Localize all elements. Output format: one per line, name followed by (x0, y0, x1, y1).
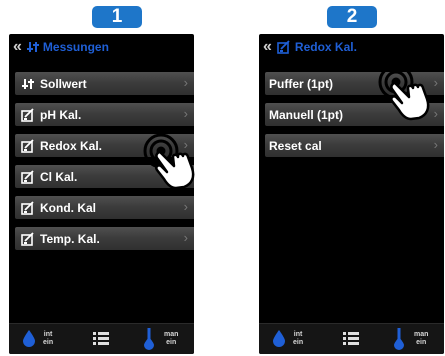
page-title: Redox Kal. (294, 40, 357, 54)
page-title: Messungen (42, 40, 109, 54)
menu-item-label: pH Kal. (40, 107, 82, 122)
screen-header: « Messungen (9, 34, 194, 60)
tap-gesture-icon (378, 64, 430, 121)
calibration-icon (20, 107, 36, 123)
step-number-badge: 2 (327, 6, 377, 28)
sliders-icon (20, 76, 36, 92)
man-ein-label: man ein (414, 331, 429, 346)
chevron-right-icon: › (183, 230, 188, 245)
man-ein-label: man ein (164, 331, 179, 346)
menu-item-label: Cl Kal. (40, 169, 78, 184)
menu-item-ph-kal[interactable]: pH Kal. › (15, 103, 194, 126)
calibration-icon (20, 169, 36, 185)
menu-item-label: Reset cal (269, 138, 322, 153)
menu-item-temp-kal[interactable]: Temp. Kal. › (15, 227, 194, 250)
menu-item-label: Redox Kal. (40, 138, 103, 153)
menu-item-reset-cal[interactable]: Reset cal › (265, 134, 444, 157)
menu-item-sollwert[interactable]: Sollwert › (15, 72, 194, 95)
list-icon[interactable] (343, 332, 359, 345)
list-icon[interactable] (93, 332, 109, 345)
back-button[interactable]: « (263, 38, 272, 56)
menu-item-label: Puffer (1pt) (269, 76, 333, 91)
menu-item-label: Kond. Kal (40, 200, 96, 215)
calibration-icon (277, 40, 291, 54)
int-ein-label: int ein (43, 331, 54, 346)
menu-item-label: Temp. Kal. (40, 231, 100, 246)
manual-dosing-icon[interactable] (392, 328, 406, 350)
chevron-right-icon: › (183, 106, 188, 121)
drop-icon[interactable] (273, 330, 285, 347)
back-button[interactable]: « (13, 38, 22, 56)
sliders-icon (26, 41, 39, 53)
calibration-icon (20, 138, 36, 154)
chevron-right-icon: › (433, 137, 438, 152)
drop-icon[interactable] (23, 330, 35, 347)
menu-item-kond-kal[interactable]: Kond. Kal › (15, 196, 194, 219)
calibration-icon (20, 200, 36, 216)
chevron-right-icon: › (183, 199, 188, 214)
footer-bar: int ein man ein (259, 323, 444, 354)
manual-dosing-icon[interactable] (142, 328, 156, 350)
menu-item-label: Sollwert (40, 76, 87, 91)
calibration-icon (20, 231, 36, 247)
step-number-badge: 1 (92, 6, 142, 28)
int-ein-label: int ein (293, 331, 304, 346)
footer-bar: int ein man ein (9, 323, 194, 354)
menu-item-label: Manuell (1pt) (269, 107, 343, 122)
tap-gesture-icon (143, 133, 195, 190)
device-screen-messungen: « Messungen Sollwert › pH Kal. › Redox K… (9, 34, 194, 354)
chevron-right-icon: › (183, 75, 188, 90)
screen-header: « Redox Kal. (259, 34, 444, 60)
